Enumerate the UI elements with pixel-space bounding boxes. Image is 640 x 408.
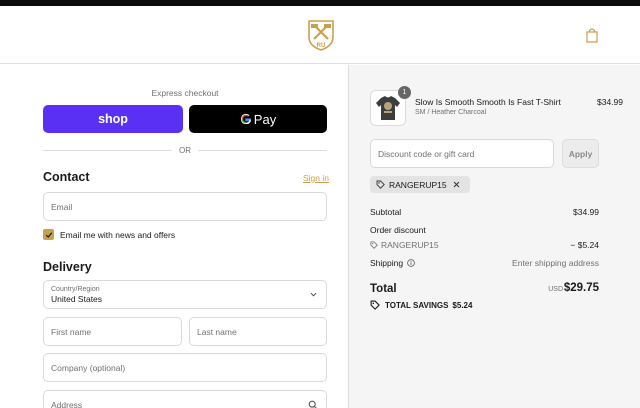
store-logo-icon[interactable]: RU bbox=[306, 19, 336, 51]
tag-icon bbox=[376, 180, 385, 189]
subtotal-label: Subtotal bbox=[370, 207, 402, 217]
total-value: $29.75 bbox=[563, 282, 599, 294]
close-icon bbox=[453, 181, 459, 188]
total-label: Total bbox=[370, 283, 397, 295]
contact-heading: Contact bbox=[43, 170, 90, 184]
product-variant: SM / Heather Charcoal bbox=[415, 109, 487, 116]
shopping-bag-icon[interactable] bbox=[585, 27, 599, 43]
address-field[interactable]: Address bbox=[43, 390, 327, 408]
checkout-form-panel: Express checkout shop Pay OR Contact Sig… bbox=[0, 65, 349, 408]
cart-line-item: 1 Slow Is Smooth Smooth Is Fast T-Shirt … bbox=[370, 86, 640, 126]
applied-code-tag: RANGERUP15 bbox=[370, 176, 470, 193]
tag-icon bbox=[370, 300, 380, 310]
total-savings-row: TOTAL SAVINGS $5.24 bbox=[370, 300, 472, 310]
total-savings-label: TOTAL SAVINGS bbox=[385, 300, 449, 310]
shipping-row: Shipping Enter shipping address bbox=[370, 258, 599, 268]
order-discount-row: Order discount bbox=[370, 225, 599, 235]
discount-code-input[interactable]: Discount code or gift card bbox=[370, 139, 554, 168]
country-select[interactable]: Country/Region United States bbox=[43, 280, 327, 309]
email-field[interactable]: Email bbox=[43, 192, 327, 221]
total-row: Total USD $29.75 bbox=[370, 282, 599, 298]
discount-value: − $5.24 bbox=[570, 240, 599, 250]
delivery-heading: Delivery bbox=[43, 260, 92, 274]
product-name: Slow Is Smooth Smooth Is Fast T-Shirt bbox=[415, 97, 561, 107]
checkout-header: RU bbox=[0, 6, 640, 64]
company-field[interactable]: Company (optional) bbox=[43, 353, 327, 382]
svg-text:RU: RU bbox=[317, 43, 326, 49]
first-name-field[interactable]: First name bbox=[43, 317, 182, 346]
express-checkout-label: Express checkout bbox=[151, 88, 219, 98]
quantity-badge: 1 bbox=[398, 86, 411, 99]
sign-in-link[interactable]: Sign in bbox=[303, 173, 329, 183]
newsletter-checkbox[interactable] bbox=[43, 229, 54, 240]
shop-pay-button[interactable]: shop bbox=[43, 105, 183, 133]
discount-code-label: RANGERUP15 bbox=[381, 240, 439, 250]
chevron-down-icon bbox=[310, 292, 317, 297]
info-icon[interactable] bbox=[407, 259, 415, 267]
google-g-icon bbox=[240, 113, 251, 125]
order-summary-panel: 1 Slow Is Smooth Smooth Is Fast T-Shirt … bbox=[349, 65, 640, 408]
discount-code-row: RANGERUP15 − $5.24 bbox=[370, 240, 599, 251]
apply-discount-button[interactable]: Apply bbox=[562, 139, 599, 168]
search-icon bbox=[308, 400, 317, 408]
google-pay-label: Pay bbox=[253, 111, 277, 127]
tag-icon bbox=[370, 241, 378, 249]
applied-code-label: RANGERUP15 bbox=[389, 179, 447, 190]
total-currency: USD bbox=[548, 286, 563, 293]
subtotal-value: $34.99 bbox=[573, 207, 599, 217]
remove-code-button[interactable] bbox=[453, 181, 464, 188]
newsletter-label: Email me with news and offers bbox=[60, 229, 176, 240]
shipping-label: Shipping bbox=[370, 258, 404, 268]
google-pay-button[interactable]: Pay bbox=[189, 105, 327, 133]
last-name-field[interactable]: Last name bbox=[189, 317, 327, 346]
or-divider: OR bbox=[43, 144, 327, 156]
subtotal-row: Subtotal $34.99 bbox=[370, 207, 599, 217]
newsletter-option[interactable]: Email me with news and offers bbox=[43, 229, 175, 240]
order-discount-label: Order discount bbox=[370, 225, 426, 235]
checkmark-icon bbox=[45, 231, 52, 238]
shipping-value: Enter shipping address bbox=[512, 258, 599, 268]
country-value: United States bbox=[51, 293, 103, 304]
product-price: $34.99 bbox=[597, 97, 623, 107]
or-label: OR bbox=[179, 145, 191, 155]
country-label: Country/Region bbox=[51, 285, 100, 293]
total-savings-value: $5.24 bbox=[452, 300, 473, 310]
address-placeholder: Address bbox=[51, 399, 83, 408]
